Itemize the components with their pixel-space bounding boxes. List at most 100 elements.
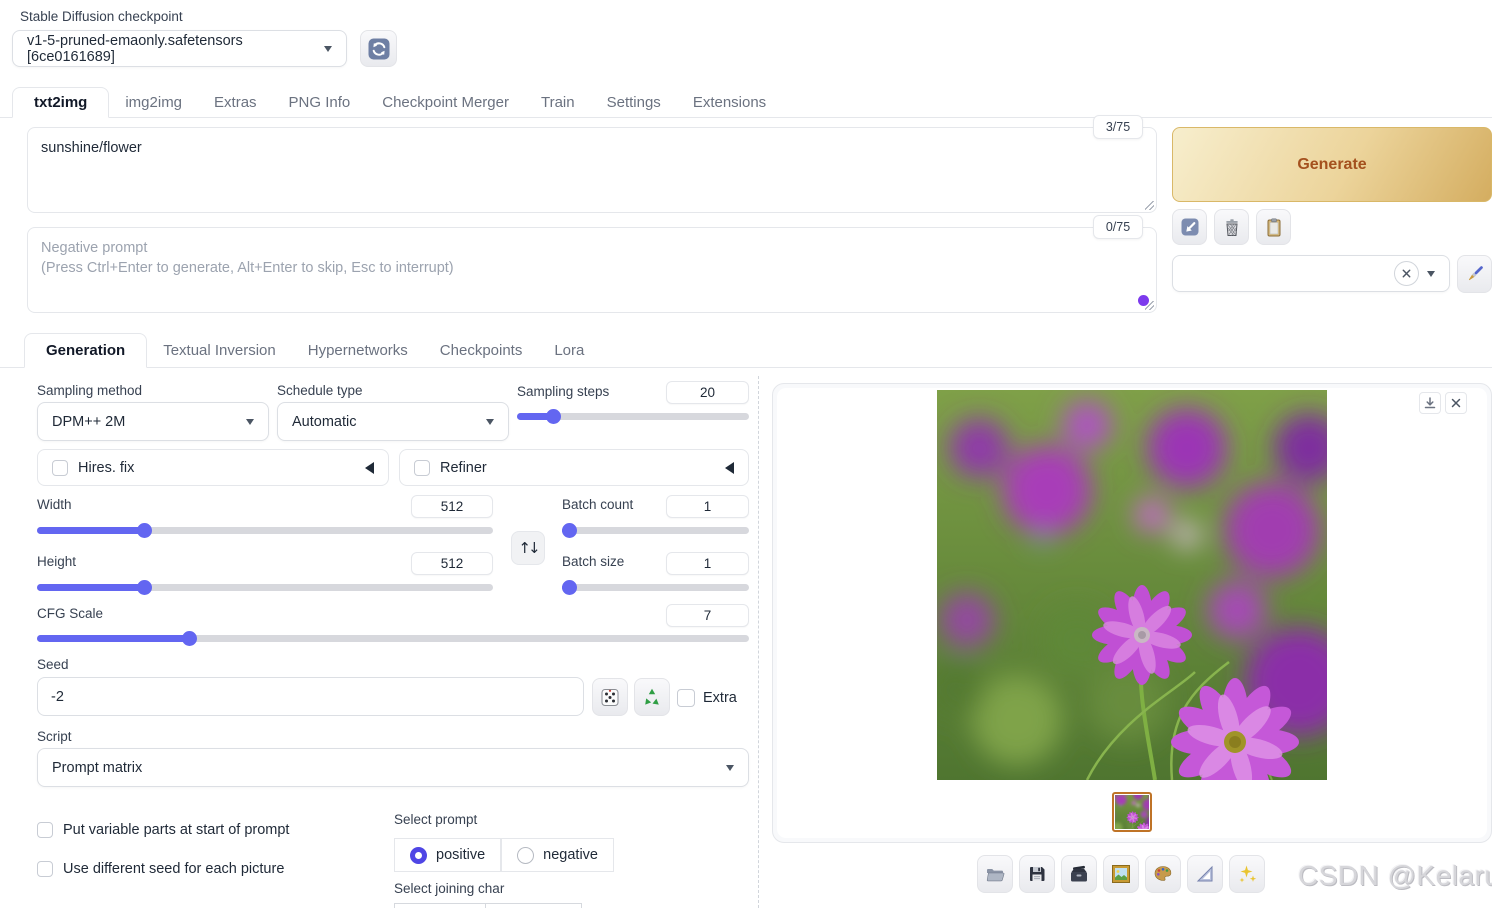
cfg-scale-value[interactable] [666, 604, 749, 627]
random-seed-button[interactable] [592, 678, 628, 716]
seed-label: Seed [37, 657, 69, 672]
sampling-method-dropdown[interactable]: DPM++ 2M [37, 402, 269, 441]
reuse-seed-button[interactable] [634, 678, 670, 716]
refresh-checkpoints-button[interactable] [360, 30, 397, 67]
height-value[interactable] [411, 552, 493, 575]
refiner-accordion[interactable]: Refiner [399, 449, 749, 486]
resize-handle[interactable] [1145, 301, 1154, 310]
seed-input[interactable] [37, 677, 584, 716]
tab-checkpoints[interactable]: Checkpoints [424, 334, 539, 367]
batch-size-value[interactable] [666, 552, 749, 575]
different-seed-row: Use different seed for each picture [37, 861, 284, 877]
tab-png-info[interactable]: PNG Info [273, 88, 367, 117]
slider-thumb[interactable] [137, 580, 152, 595]
tab-extras[interactable]: Extras [198, 88, 273, 117]
stable-diffusion-webui: Stable Diffusion checkpoint v1-5-pruned-… [0, 0, 1492, 908]
slider-thumb[interactable] [562, 523, 577, 538]
apply-styles-button[interactable] [1256, 209, 1291, 245]
paste-generation-params-button[interactable] [1172, 209, 1207, 245]
schedule-type-dropdown[interactable]: Automatic [277, 402, 509, 441]
slider-fill [37, 527, 145, 534]
batch-size-slider[interactable] [562, 580, 749, 595]
cfg-scale-slider[interactable] [37, 631, 749, 646]
tab-checkpoint-merger[interactable]: Checkpoint Merger [366, 88, 525, 117]
save-zip-button[interactable] [1061, 855, 1097, 893]
main-tab-bar: txt2img img2img Extras PNG Info Checkpoi… [0, 87, 1492, 118]
sampling-method-value: DPM++ 2M [52, 413, 126, 430]
checkpoint-dropdown[interactable]: v1-5-pruned-emaonly.safetensors [6ce0161… [12, 30, 347, 67]
styles-dropdown[interactable] [1172, 255, 1450, 292]
put-variable-parts-checkbox[interactable] [37, 822, 53, 838]
open-folder-button[interactable] [977, 855, 1013, 893]
tab-train[interactable]: Train [525, 88, 591, 117]
hires-fix-checkbox[interactable] [52, 459, 68, 476]
sampling-steps-label: Sampling steps [517, 384, 610, 399]
download-image-button[interactable] [1419, 392, 1441, 414]
slider-thumb[interactable] [182, 631, 197, 646]
framed-picture-icon [1110, 863, 1132, 885]
clear-prompt-button[interactable] [1214, 209, 1249, 245]
slider-thumb[interactable] [137, 523, 152, 538]
sub-tab-bar: Generation Textual Inversion Hypernetwor… [0, 333, 1492, 368]
clear-styles-icon[interactable] [1394, 261, 1419, 286]
close-image-button[interactable] [1445, 392, 1467, 414]
sampling-steps-value[interactable] [666, 381, 749, 404]
batch-count-value[interactable] [666, 495, 749, 518]
negative-prompt-input[interactable] [27, 227, 1157, 313]
batch-count-slider[interactable] [562, 523, 749, 538]
joining-char-option[interactable] [486, 903, 582, 908]
joining-char-option[interactable] [394, 903, 486, 908]
swap-dimensions-button[interactable]: ↑↓ [511, 531, 545, 565]
gallery-thumbnail[interactable] [1112, 792, 1152, 832]
sampling-steps-slider[interactable] [517, 409, 749, 424]
send-to-img2img-button[interactable] [1103, 855, 1139, 893]
file-box-icon [1068, 864, 1090, 884]
refiner-checkbox[interactable] [414, 459, 430, 476]
slider-thumb[interactable] [562, 580, 577, 595]
script-label: Script [37, 729, 72, 744]
height-slider[interactable] [37, 580, 493, 595]
tab-img2img[interactable]: img2img [109, 88, 198, 117]
send-to-extras-button[interactable] [1187, 855, 1223, 893]
download-icon [1423, 396, 1437, 410]
radio-negative[interactable]: negative [501, 838, 614, 872]
schedule-type-value: Automatic [292, 413, 357, 430]
edit-styles-button[interactable] [1457, 255, 1492, 293]
tab-lora[interactable]: Lora [538, 334, 600, 367]
tab-hypernetworks[interactable]: Hypernetworks [292, 334, 424, 367]
width-value[interactable] [411, 495, 493, 518]
tab-generation[interactable]: Generation [24, 333, 148, 368]
hires-fix-accordion[interactable]: Hires. fix [37, 449, 389, 486]
radio-selected-icon [410, 846, 427, 864]
output-gallery [772, 383, 1492, 843]
slider-thumb[interactable] [546, 409, 561, 424]
extra-seed-checkbox[interactable] [677, 689, 695, 707]
send-to-inpaint-button[interactable] [1145, 855, 1181, 893]
width-slider[interactable] [37, 523, 493, 538]
refiner-label: Refiner [440, 459, 487, 476]
slider-track[interactable] [562, 527, 749, 534]
watermark: CSDN @Kelaru [1298, 860, 1492, 891]
upscale-button[interactable] [1229, 855, 1265, 893]
script-dropdown[interactable]: Prompt matrix [37, 748, 749, 787]
prompt-input[interactable]: sunshine/flower [27, 127, 1157, 213]
slider-track[interactable] [562, 584, 749, 591]
generated-image[interactable] [937, 390, 1327, 780]
chevron-down-icon [246, 418, 254, 425]
tab-txt2img[interactable]: txt2img [12, 87, 110, 118]
different-seed-checkbox[interactable] [37, 861, 53, 877]
put-variable-parts-row: Put variable parts at start of prompt [37, 822, 289, 838]
chevron-down-icon [486, 418, 494, 425]
generate-button[interactable]: Generate [1172, 127, 1492, 202]
different-seed-label: Use different seed for each picture [63, 861, 285, 877]
height-label: Height [37, 554, 77, 569]
tab-extensions[interactable]: Extensions [677, 88, 782, 117]
checkpoint-label: Stable Diffusion checkpoint [20, 9, 183, 24]
joining-char-label: Select joining char [394, 881, 505, 896]
recycle-icon [641, 686, 663, 708]
tab-textual-inversion[interactable]: Textual Inversion [147, 334, 292, 367]
tab-settings[interactable]: Settings [591, 88, 677, 117]
radio-positive[interactable]: positive [394, 838, 502, 872]
resize-handle[interactable] [1145, 201, 1154, 210]
save-image-button[interactable] [1019, 855, 1055, 893]
